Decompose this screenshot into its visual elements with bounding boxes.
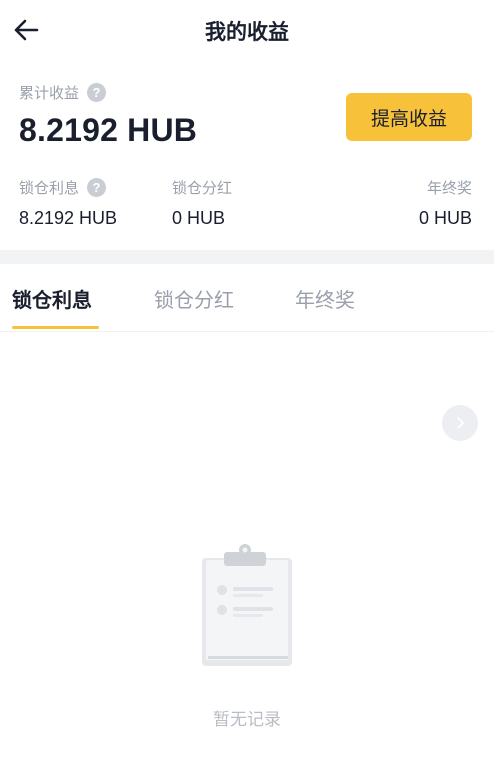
stat-year-end-bonus: 年终奖 0 HUB	[419, 176, 472, 229]
stat-label: 年终奖	[426, 178, 472, 197]
page-title: 我的收益	[205, 20, 289, 44]
clipboard-icon	[142, 544, 352, 690]
next-button[interactable]	[442, 405, 478, 441]
active-tab-indicator	[12, 326, 99, 329]
section-divider	[0, 250, 494, 264]
tab-lock-interest[interactable]: 锁仓利息	[12, 284, 92, 313]
stat-label: 锁仓利息	[19, 178, 80, 197]
tab-lock-dividend[interactable]: 锁仓分红	[154, 284, 234, 313]
stat-label: 锁仓分红	[172, 178, 233, 197]
stat-value: 0 HUB	[418, 208, 472, 228]
boost-earnings-button[interactable]: 提高收益	[346, 93, 472, 141]
tab-year-end-bonus[interactable]: 年终奖	[295, 284, 355, 313]
top-bar: 我的收益	[0, 0, 494, 60]
stat-value: 0 HUB	[172, 208, 226, 228]
total-earnings-value: 8.2192 HUB	[19, 112, 198, 148]
stat-value: 8.2192 HUB	[19, 208, 118, 228]
stat-lock-interest: 锁仓利息 ? 8.2192 HUB	[19, 176, 117, 229]
stat-lock-dividend: 锁仓分红 0 HUB	[172, 176, 232, 229]
tab-bar: 锁仓利息 锁仓分红 年终奖	[0, 264, 494, 332]
chevron-right-icon	[457, 417, 464, 429]
earnings-summary: 累计收益 ? 8.2192 HUB 提高收益 锁仓利息 ? 8.2192 HUB…	[0, 72, 494, 250]
total-earnings-label-row: 累计收益 ?	[19, 82, 107, 103]
question-icon[interactable]: ?	[87, 177, 107, 197]
question-icon[interactable]: ?	[87, 83, 107, 102]
empty-state-text: 暂无记录	[213, 710, 281, 730]
empty-state: 暂无记录	[0, 500, 494, 740]
total-earnings-label: 累计收益	[19, 84, 80, 102]
